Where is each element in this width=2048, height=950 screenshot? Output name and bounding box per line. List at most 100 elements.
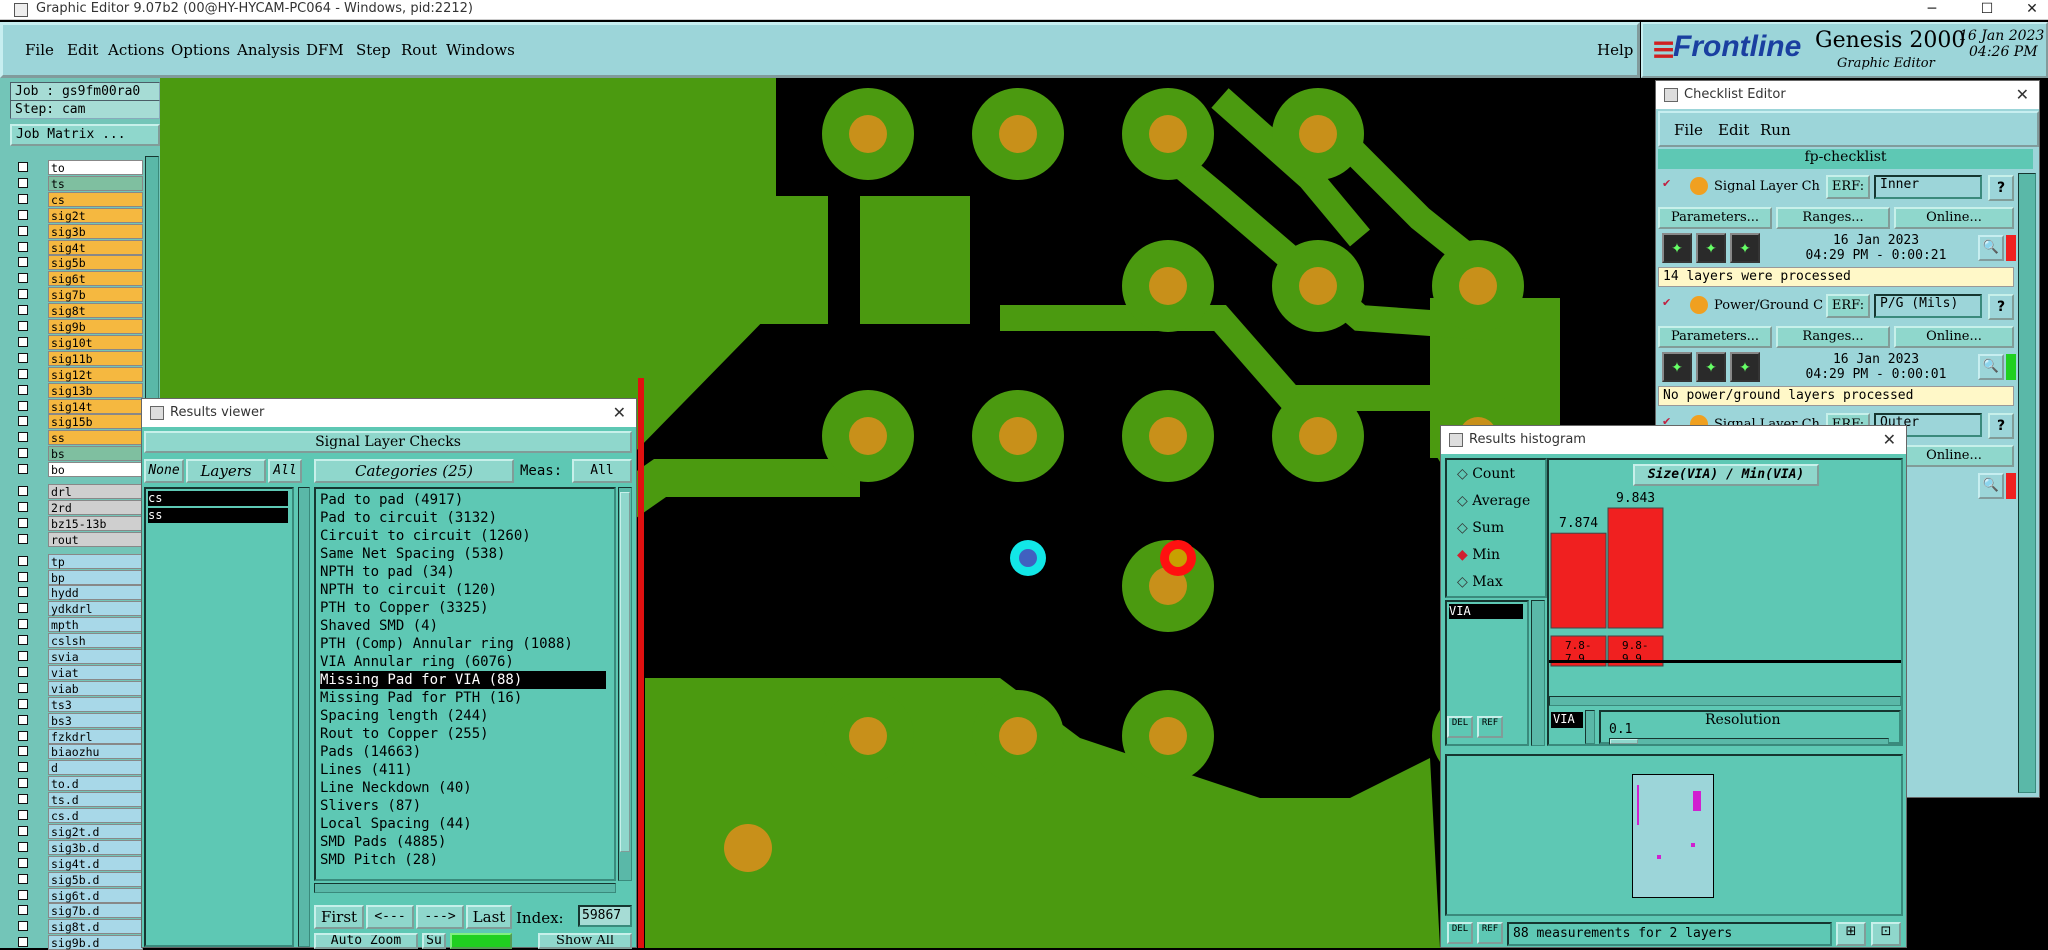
menu-rout[interactable]: Rout	[401, 41, 437, 59]
layer-checkbox[interactable]	[18, 432, 28, 443]
fit-icon[interactable]: ⊡	[1871, 922, 1901, 946]
layer-row[interactable]: ydkdrl	[12, 601, 143, 617]
histogram-hscrollbar[interactable]	[1549, 696, 1901, 706]
menu-edit[interactable]: Edit	[67, 41, 98, 59]
run-action-icon[interactable]: ✦	[1696, 352, 1726, 382]
layer-row[interactable]: sig9b	[12, 319, 143, 334]
menu-windows[interactable]: Windows	[446, 41, 515, 59]
erf-button[interactable]: ERF:	[1826, 294, 1870, 318]
layer-checkbox[interactable]	[18, 501, 28, 512]
prev-button[interactable]: <---	[366, 905, 414, 929]
layer-row[interactable]: ts.d	[12, 792, 143, 808]
ranges-button[interactable]: Ranges...	[1776, 207, 1890, 229]
category-item[interactable]: PTH to Copper (3325)	[320, 599, 606, 617]
layer-row[interactable]: ss	[12, 430, 143, 446]
layer-row[interactable]: sig4t.d	[12, 855, 143, 871]
layer-row[interactable]: ts	[12, 175, 143, 191]
layer-checkbox[interactable]	[18, 666, 28, 677]
resolution-slider[interactable]	[1609, 738, 1889, 745]
layer-checkbox[interactable]	[18, 416, 28, 427]
layer-list-box[interactable]: cs ss	[144, 487, 294, 947]
layer-row[interactable]: sig11b	[12, 350, 143, 366]
category-item[interactable]: Pad to circuit (3132)	[320, 509, 606, 527]
show-all-button[interactable]: Show All	[538, 933, 632, 949]
layer-name[interactable]: to	[48, 160, 143, 175]
category-item[interactable]: VIA Annular ring (6076)	[320, 653, 606, 671]
layer-row[interactable]: sig4t	[12, 239, 143, 255]
next-button[interactable]: --->	[416, 905, 464, 929]
menu-dfm[interactable]: DFM	[306, 41, 344, 59]
category-item[interactable]: Same Net Spacing (538)	[320, 545, 606, 563]
layer-checkbox[interactable]	[18, 305, 28, 316]
layer-checkbox[interactable]	[18, 289, 28, 300]
layer-name[interactable]: sig11b	[48, 350, 143, 366]
layer-row[interactable]: to.d	[12, 776, 143, 792]
category-list[interactable]: Pad to pad (4917) Pad to circuit (3132) Ci…	[314, 487, 616, 881]
ranges-button[interactable]: Ranges...	[1776, 326, 1890, 348]
category-item[interactable]: Line Neckdown (40)	[320, 779, 606, 797]
layer-checkbox[interactable]	[18, 635, 28, 646]
del-button[interactable]: DEL	[1447, 716, 1473, 738]
online-button[interactable]: Online...	[1894, 207, 2014, 229]
layer-row[interactable]: hydd	[12, 585, 143, 601]
layer-checkbox[interactable]	[18, 841, 28, 852]
layer-row[interactable]: bo	[12, 462, 143, 478]
layer-row[interactable]: sig12t	[12, 366, 143, 382]
layer-name[interactable]: d	[48, 760, 143, 776]
layer-row[interactable]: cs.d	[12, 808, 143, 823]
layer-name[interactable]: drl	[48, 484, 143, 499]
layer-name[interactable]: sig7b	[48, 287, 143, 303]
layer-row[interactable]: sig8t	[12, 303, 143, 319]
layer-row[interactable]: cslsh	[12, 633, 143, 649]
layer-checkbox[interactable]	[18, 587, 28, 598]
layer-checkbox[interactable]	[18, 921, 28, 932]
layer-name[interactable]: bp	[48, 569, 143, 585]
layer-checkbox[interactable]	[18, 603, 28, 614]
layer-name[interactable]: biaozhu	[48, 744, 143, 760]
layer-checkbox[interactable]	[18, 937, 28, 948]
close-icon[interactable]: ✕	[613, 399, 626, 427]
layer-row[interactable]: tp	[12, 553, 143, 569]
run-action-icon[interactable]: ✦	[1662, 233, 1692, 263]
zoom-icon[interactable]: ⊞	[1836, 922, 1866, 946]
help-question-icon[interactable]: ?	[1988, 294, 2014, 320]
layer-name[interactable]: tp	[48, 553, 143, 569]
list-item[interactable]: ss	[148, 508, 288, 523]
layer-row[interactable]: biaozhu	[12, 744, 143, 760]
category-item[interactable]: Missing Pad for PTH (16)	[320, 689, 606, 707]
layer-row[interactable]: drl	[12, 484, 143, 499]
run-action-icon[interactable]: ✦	[1696, 233, 1726, 263]
layer-checkbox[interactable]	[18, 448, 28, 459]
layer-name[interactable]: sig8t	[48, 303, 143, 319]
layer-row[interactable]: sig3b.d	[12, 839, 143, 855]
layer-name[interactable]: svia	[48, 649, 143, 664]
check-checkbox-icon[interactable]: ✔	[1662, 177, 1674, 190]
index-field[interactable]: 59867	[578, 905, 632, 927]
category-item[interactable]: SMD Pads (4885)	[320, 833, 606, 851]
layer-checkbox[interactable]	[18, 352, 28, 363]
layer-checkbox[interactable]	[18, 273, 28, 284]
layer-row[interactable]: bs3	[12, 712, 143, 728]
last-button[interactable]: Last	[466, 905, 512, 929]
category-item[interactable]: Circuit to circuit (1260)	[320, 527, 606, 545]
layer-row[interactable]: sig2t.d	[12, 823, 143, 839]
layer-name[interactable]: sig2t	[48, 207, 143, 223]
layer-checkbox[interactable]	[18, 825, 28, 836]
layer-name[interactable]: to.d	[48, 776, 143, 792]
checklist-menu-run[interactable]: Run	[1760, 121, 1791, 139]
list-item[interactable]: cs	[148, 491, 288, 506]
layer-row[interactable]: viat	[12, 664, 143, 680]
layer-checkbox[interactable]	[18, 571, 28, 582]
help-question-icon[interactable]: ?	[1988, 413, 2014, 439]
mode-radio-max[interactable]: ◇ Max	[1457, 574, 1503, 590]
layer-checkbox[interactable]	[18, 730, 28, 741]
checklist-menu-edit[interactable]: Edit	[1718, 121, 1749, 139]
layer-name[interactable]: fzkdrl	[48, 728, 143, 744]
auto-zoom-button[interactable]: Auto Zoom	[314, 933, 418, 949]
categories-button[interactable]: Categories (25)	[314, 459, 514, 483]
layer-name[interactable]: ss	[48, 430, 143, 446]
layer-checkbox[interactable]	[18, 384, 28, 395]
layer-name[interactable]: sig2t.d	[48, 823, 143, 839]
layer-row[interactable]: ts3	[12, 696, 143, 712]
layer-checkbox[interactable]	[18, 241, 28, 252]
